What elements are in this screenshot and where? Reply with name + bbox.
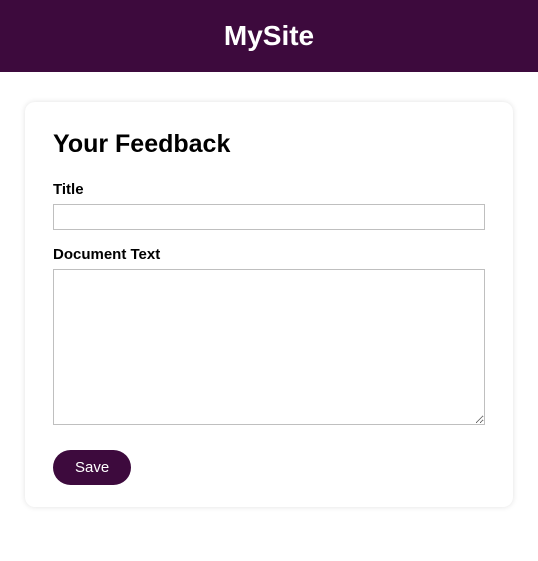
content-wrap: Your Feedback Title Document Text Save [0, 72, 538, 537]
title-label: Title [53, 181, 485, 198]
form-heading: Your Feedback [53, 130, 485, 159]
document-text-label: Document Text [53, 246, 485, 263]
site-header: MySite [0, 0, 538, 72]
document-text-group: Document Text [53, 246, 485, 430]
title-input[interactable] [53, 204, 485, 230]
document-text-input[interactable] [53, 269, 485, 425]
feedback-card: Your Feedback Title Document Text Save [25, 102, 513, 507]
save-button[interactable]: Save [53, 450, 131, 485]
title-group: Title [53, 181, 485, 230]
site-title: MySite [0, 20, 538, 52]
